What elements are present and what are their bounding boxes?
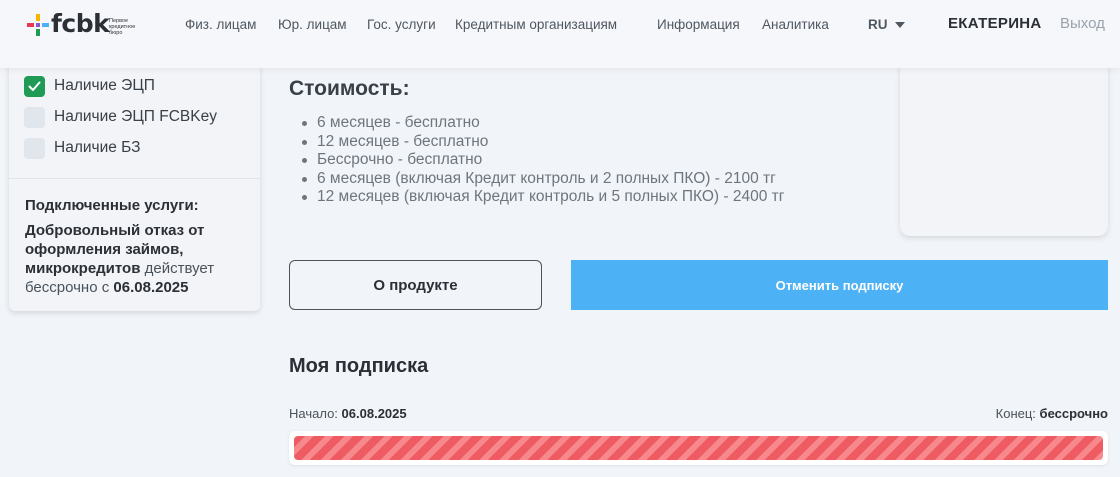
logo-mark-icon	[27, 14, 49, 36]
chevron-down-icon[interactable]	[895, 22, 905, 28]
subscription-progress-bar	[289, 431, 1108, 465]
pricing-title: Стоимость:	[289, 77, 410, 100]
divider	[9, 178, 260, 179]
services-title: Подключенные услуги:	[25, 197, 199, 214]
logo[interactable]: fcbk Первое кредитное бюро	[27, 9, 147, 40]
subscription-start: Начало: 06.08.2025	[289, 406, 407, 421]
nav-credit-organizations[interactable]: Кредитным организациям	[455, 17, 617, 32]
nav-legal-entities[interactable]: Юр. лицам	[278, 17, 347, 32]
check-label: Наличие БЗ	[54, 139, 141, 156]
top-header: fcbk Первое кредитное бюро Физ. лицам Юр…	[0, 0, 1120, 68]
nav-individuals[interactable]: Физ. лицам	[185, 17, 256, 32]
logo-text: fcbk	[51, 9, 110, 38]
check-label: Наличие ЭЦП FCBKey	[54, 108, 217, 125]
checkbox-checked-icon[interactable]	[24, 76, 45, 97]
user-name[interactable]: ЕКАТЕРИНА	[948, 15, 1042, 32]
pricing-item: 12 месяцев (включая Кредит контроль и 5 …	[299, 188, 784, 207]
language-selector[interactable]: RU	[868, 17, 888, 32]
service-date: 06.08.2025	[113, 279, 189, 296]
nav-information[interactable]: Информация	[657, 17, 740, 32]
checkbox-unchecked-icon[interactable]	[24, 138, 45, 159]
pricing-item: 6 месяцев (включая Кредит контроль и 2 п…	[299, 170, 784, 189]
nav-gov-services[interactable]: Гос. услуги	[367, 17, 436, 32]
checkbox-unchecked-icon[interactable]	[24, 107, 45, 128]
subscription-end: Конец: бессрочно	[996, 406, 1108, 421]
logo-subtitle: Первое кредитное бюро	[109, 18, 136, 36]
end-value: бессрочно	[1039, 406, 1108, 421]
subscription-title: Моя подписка	[289, 355, 429, 377]
cancel-subscription-button[interactable]: Отменить подписку	[571, 260, 1108, 310]
pricing-item: Бессрочно - бесплатно	[299, 151, 784, 170]
check-label: Наличие ЭЦП	[54, 77, 155, 94]
product-image-panel	[900, 58, 1108, 236]
subscription-progress-fill	[294, 436, 1103, 460]
start-label: Начало:	[289, 406, 338, 421]
about-product-button[interactable]: О продукте	[289, 260, 542, 310]
pricing-item: 6 месяцев - бесплатно	[299, 114, 784, 133]
nav-analytics[interactable]: Аналитика	[762, 17, 829, 32]
start-value: 06.08.2025	[341, 406, 407, 421]
pricing-list: 6 месяцев - бесплатно 12 месяцев - беспл…	[299, 114, 784, 207]
logout-link[interactable]: Выход	[1060, 15, 1105, 32]
service-description: Добровольный отказ от оформления займов,…	[25, 221, 245, 297]
end-label: Конец:	[995, 406, 1036, 421]
pricing-item: 12 месяцев - бесплатно	[299, 133, 784, 152]
